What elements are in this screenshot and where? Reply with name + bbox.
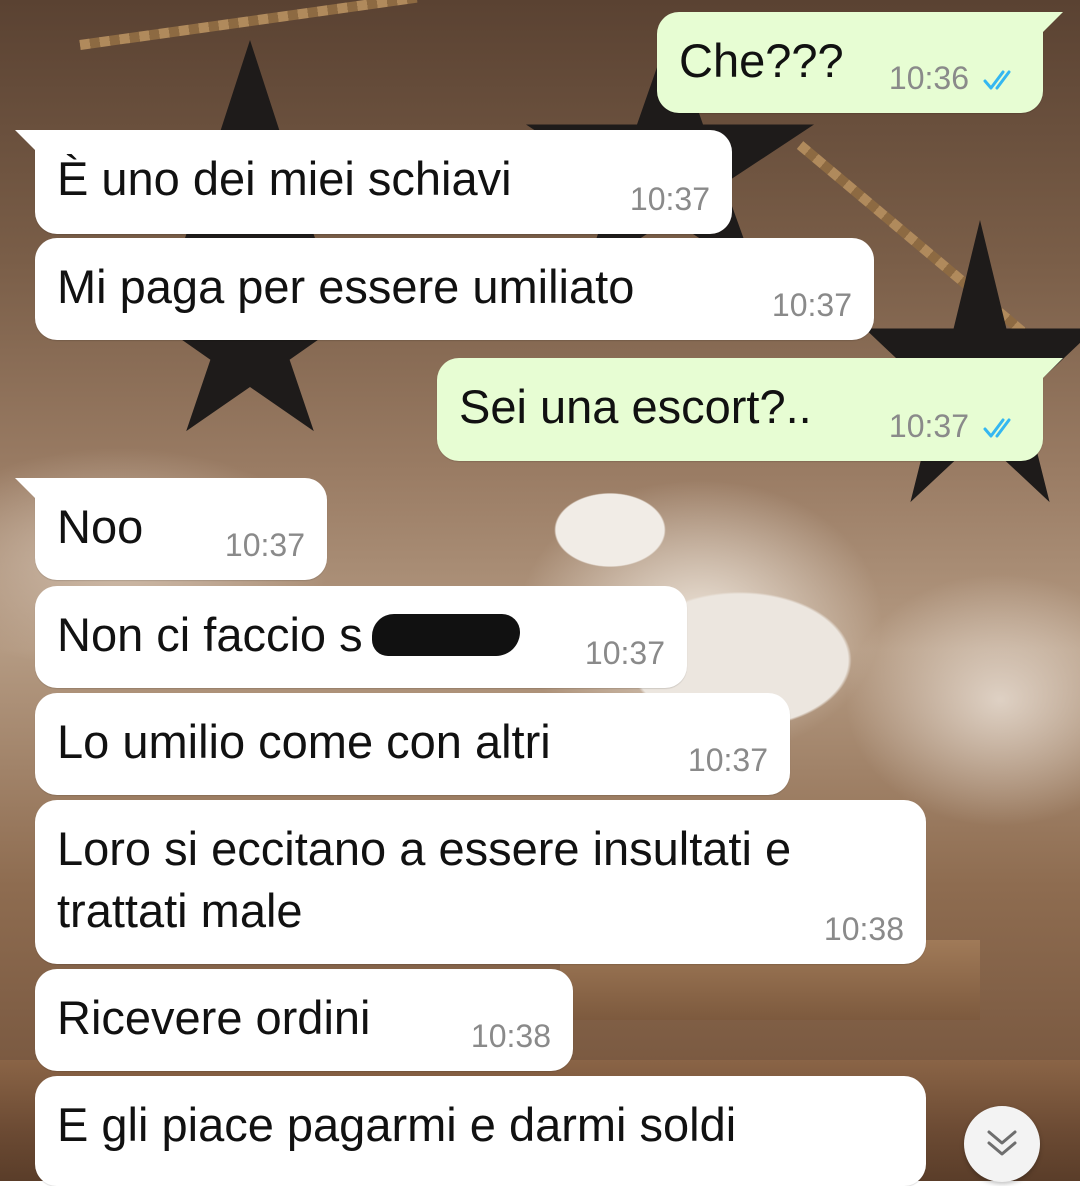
read-ticks-icon (983, 70, 1011, 90)
message-text: Sei una escort?.. (459, 380, 812, 433)
message-outgoing[interactable]: Che??? 10:36 (657, 12, 1043, 113)
message-incoming[interactable]: Mi paga per essere umiliato 10:37 (35, 238, 874, 340)
message-incoming[interactable]: E gli piace pagarmi e darmi soldi (35, 1076, 926, 1186)
message-text: Loro si eccitano a essere insultati e tr… (57, 818, 791, 942)
message-text: È uno dei miei schiavi (57, 152, 512, 205)
read-ticks-icon (983, 418, 1011, 438)
message-incoming[interactable]: Ricevere ordini 10:38 (35, 969, 573, 1071)
message-line: Loro si eccitano a essere insultati e (57, 822, 792, 875)
scroll-to-bottom-button[interactable] (964, 1106, 1040, 1182)
message-incoming[interactable]: Lo umilio come con altri 10:37 (35, 693, 790, 795)
message-time: 10:36 (888, 60, 969, 96)
double-chevron-down-icon (987, 1130, 1017, 1156)
message-time: 10:37 (888, 408, 969, 444)
message-outgoing[interactable]: Sei una escort?.. 10:37 (437, 358, 1043, 461)
message-time: 10:37 (629, 181, 710, 217)
message-text: E gli piace pagarmi e darmi soldi (57, 1098, 737, 1151)
message-incoming[interactable]: Loro si eccitano a essere insultati e tr… (35, 800, 926, 964)
message-incoming[interactable]: È uno dei miei schiavi 10:37 (35, 130, 732, 234)
message-text: Ricevere ordini (57, 991, 371, 1044)
message-incoming[interactable]: Non ci faccio s 10:37 (35, 586, 687, 688)
message-time: 10:38 (470, 1018, 551, 1054)
message-time: 10:37 (771, 287, 852, 323)
message-text: Non ci faccio s (57, 608, 363, 661)
message-time: 10:37 (224, 527, 305, 563)
message-text: Che??? (679, 34, 844, 87)
message-text: Lo umilio come con altri (57, 715, 551, 768)
redaction-scribble (372, 614, 520, 656)
message-time: 10:37 (687, 742, 768, 778)
message-line: trattati male (57, 884, 303, 937)
message-incoming[interactable]: Noo 10:37 (35, 478, 327, 580)
message-text: Mi paga per essere umiliato (57, 260, 635, 313)
message-time: 10:38 (823, 911, 904, 947)
message-text: Noo (57, 500, 144, 553)
message-list[interactable]: Che??? 10:36 È uno dei miei schiavi 10:3… (0, 0, 1080, 1186)
message-time: 10:37 (584, 635, 665, 671)
